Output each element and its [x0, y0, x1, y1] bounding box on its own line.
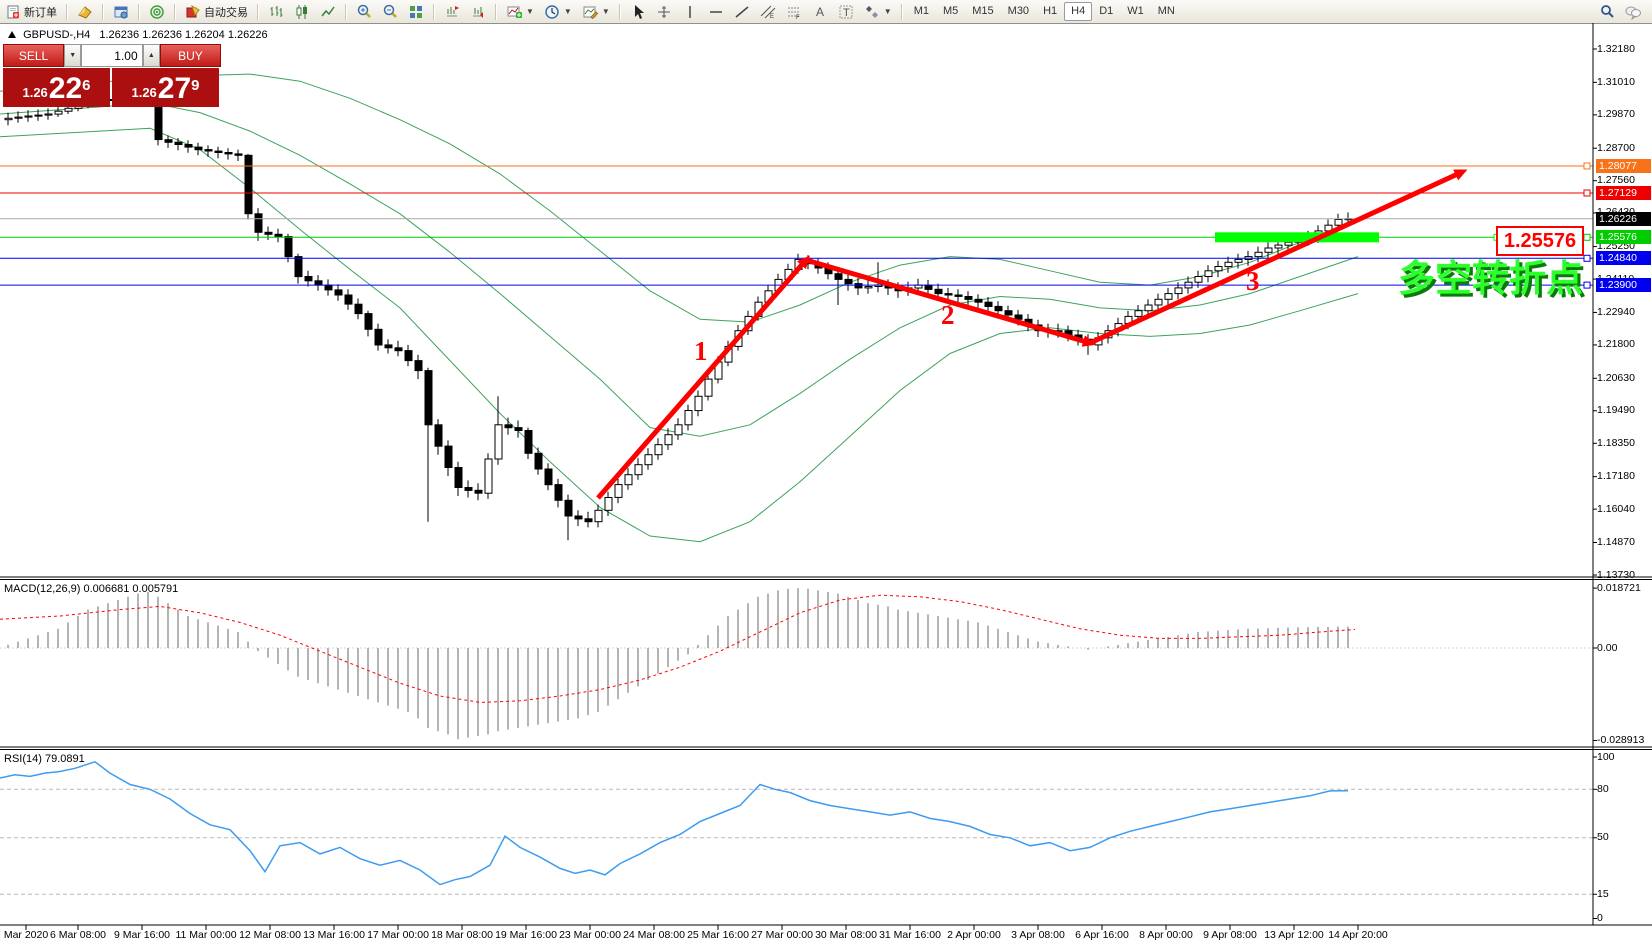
time-axis-label: 25 Mar 16:00	[687, 929, 749, 941]
price-tick-label: 1.19490	[1597, 404, 1651, 417]
rsi-tick-label: 15	[1597, 888, 1651, 901]
buy-price-prefix: 1.26	[131, 83, 156, 103]
rsi-tick-label: 0	[1597, 912, 1651, 925]
wave-label-2[interactable]: 2	[941, 300, 955, 331]
collapse-arrow-icon[interactable]	[8, 31, 16, 38]
rsi-indicator-label: RSI(14) 79.0891	[4, 753, 85, 765]
symbol-ohlc: 1.26236 1.26236 1.26204 1.26226	[99, 29, 267, 41]
sell-price-prefix: 1.26	[22, 83, 47, 103]
price-tick-label: 1.22940	[1597, 306, 1651, 319]
macd-tick-label: -0.028913	[1597, 734, 1651, 747]
price-level-label: 1.23900	[1596, 278, 1651, 292]
time-axis-label: 12 Mar 08:00	[239, 929, 301, 941]
one-click-trading-panel: SELL ▼ 1.00 ▲ BUY 1.26 22 6 1.26 27 9	[3, 44, 221, 107]
wave-label-1[interactable]: 1	[694, 336, 708, 367]
price-tick-label: 1.31010	[1597, 76, 1651, 89]
bollinger-bands	[0, 74, 1358, 542]
time-axis-label: 30 Mar 08:00	[815, 929, 877, 941]
rsi-pane	[0, 762, 1593, 895]
time-axis-label: 14 Apr 20:00	[1328, 929, 1388, 941]
turning-point-annotation[interactable]: 多空转折点	[1398, 248, 1583, 302]
time-axis-label: 18 Mar 08:00	[431, 929, 493, 941]
macd-pane	[0, 588, 1593, 739]
time-axis-label: 27 Mar 00:00	[751, 929, 813, 941]
time-axis-label: 3 Apr 08:00	[1011, 929, 1065, 941]
chart-canvas[interactable]	[0, 0, 1652, 948]
price-level-label: 1.24840	[1596, 251, 1651, 265]
time-axis-label: 6 Mar 08:00	[50, 929, 106, 941]
price-tick-label: 1.18350	[1597, 437, 1651, 450]
buy-price-display[interactable]: 1.26 27 9	[112, 68, 219, 107]
time-axis-label: 8 Apr 00:00	[1139, 929, 1193, 941]
time-axis-label: 31 Mar 16:00	[879, 929, 941, 941]
current-price-label: 1.26226	[1596, 212, 1651, 226]
sell-price-display[interactable]: 1.26 22 6	[3, 68, 110, 107]
price-tick-label: 1.28700	[1597, 142, 1651, 155]
time-axis-label: 11 Mar 00:00	[175, 929, 236, 941]
time-axis-label: 9 Apr 08:00	[1203, 929, 1257, 941]
price-tick-label: 1.29870	[1597, 108, 1651, 121]
time-axis-label: 6 Apr 16:00	[1075, 929, 1129, 941]
macd-tick-label: 0.00	[1597, 642, 1651, 655]
buy-price-pip: 9	[191, 69, 199, 103]
price-tick-label: 1.16040	[1597, 503, 1651, 516]
time-axis-label: 9 Mar 16:00	[114, 929, 170, 941]
sell-price-big: 22	[49, 75, 82, 103]
rsi-tick-label: 50	[1597, 831, 1651, 844]
time-axis-label: 17 Mar 00:00	[367, 929, 429, 941]
price-tick-label: 1.20630	[1597, 372, 1651, 385]
price-level-label: 1.27129	[1596, 186, 1651, 200]
red-zigzag-arrows[interactable]	[598, 172, 1462, 498]
price-tick-label: 1.13730	[1597, 569, 1651, 582]
symbol-name: GBPUSD-,H4	[23, 29, 90, 41]
price-level-label: 1.25576	[1596, 230, 1651, 244]
time-axis-label: 24 Mar 08:00	[623, 929, 685, 941]
sell-button[interactable]: SELL	[3, 44, 64, 67]
sell-price-pip: 6	[82, 69, 90, 103]
buy-price-big: 27	[158, 75, 191, 103]
price-tick-label: 1.32180	[1597, 43, 1651, 56]
volume-input[interactable]: 1.00	[81, 44, 142, 67]
price-tick-label: 1.17180	[1597, 470, 1651, 483]
time-axis-label: 2 Apr 00:00	[947, 929, 1001, 941]
mt4-terminal-window: 新订单 自动交易	[0, 0, 1652, 948]
time-axis-label: 19 Mar 16:00	[495, 929, 557, 941]
macd-tick-label: 0.018721	[1597, 582, 1651, 595]
time-axis-label: 13 Apr 12:00	[1264, 929, 1324, 941]
rsi-tick-label: 80	[1597, 783, 1651, 796]
volume-increase-button[interactable]: ▲	[143, 44, 160, 67]
macd-indicator-label: MACD(12,26,9) 0.006681 0.005791	[4, 583, 178, 595]
wave-label-3[interactable]: 3	[1246, 266, 1260, 297]
buy-button[interactable]: BUY	[160, 44, 221, 67]
volume-decrease-button[interactable]: ▼	[64, 44, 81, 67]
price-level-label: 1.28077	[1596, 159, 1651, 173]
price-tick-label: 1.21800	[1597, 338, 1651, 351]
time-axis-label: Mar 2020	[4, 929, 48, 941]
time-axis-label: 13 Mar 16:00	[303, 929, 365, 941]
symbol-info-line: GBPUSD-,H4 1.26236 1.26236 1.26204 1.262…	[8, 29, 268, 41]
time-axis-label: 23 Mar 00:00	[559, 929, 621, 941]
price-tick-label: 1.14870	[1597, 536, 1651, 549]
rsi-tick-label: 100	[1597, 751, 1651, 764]
